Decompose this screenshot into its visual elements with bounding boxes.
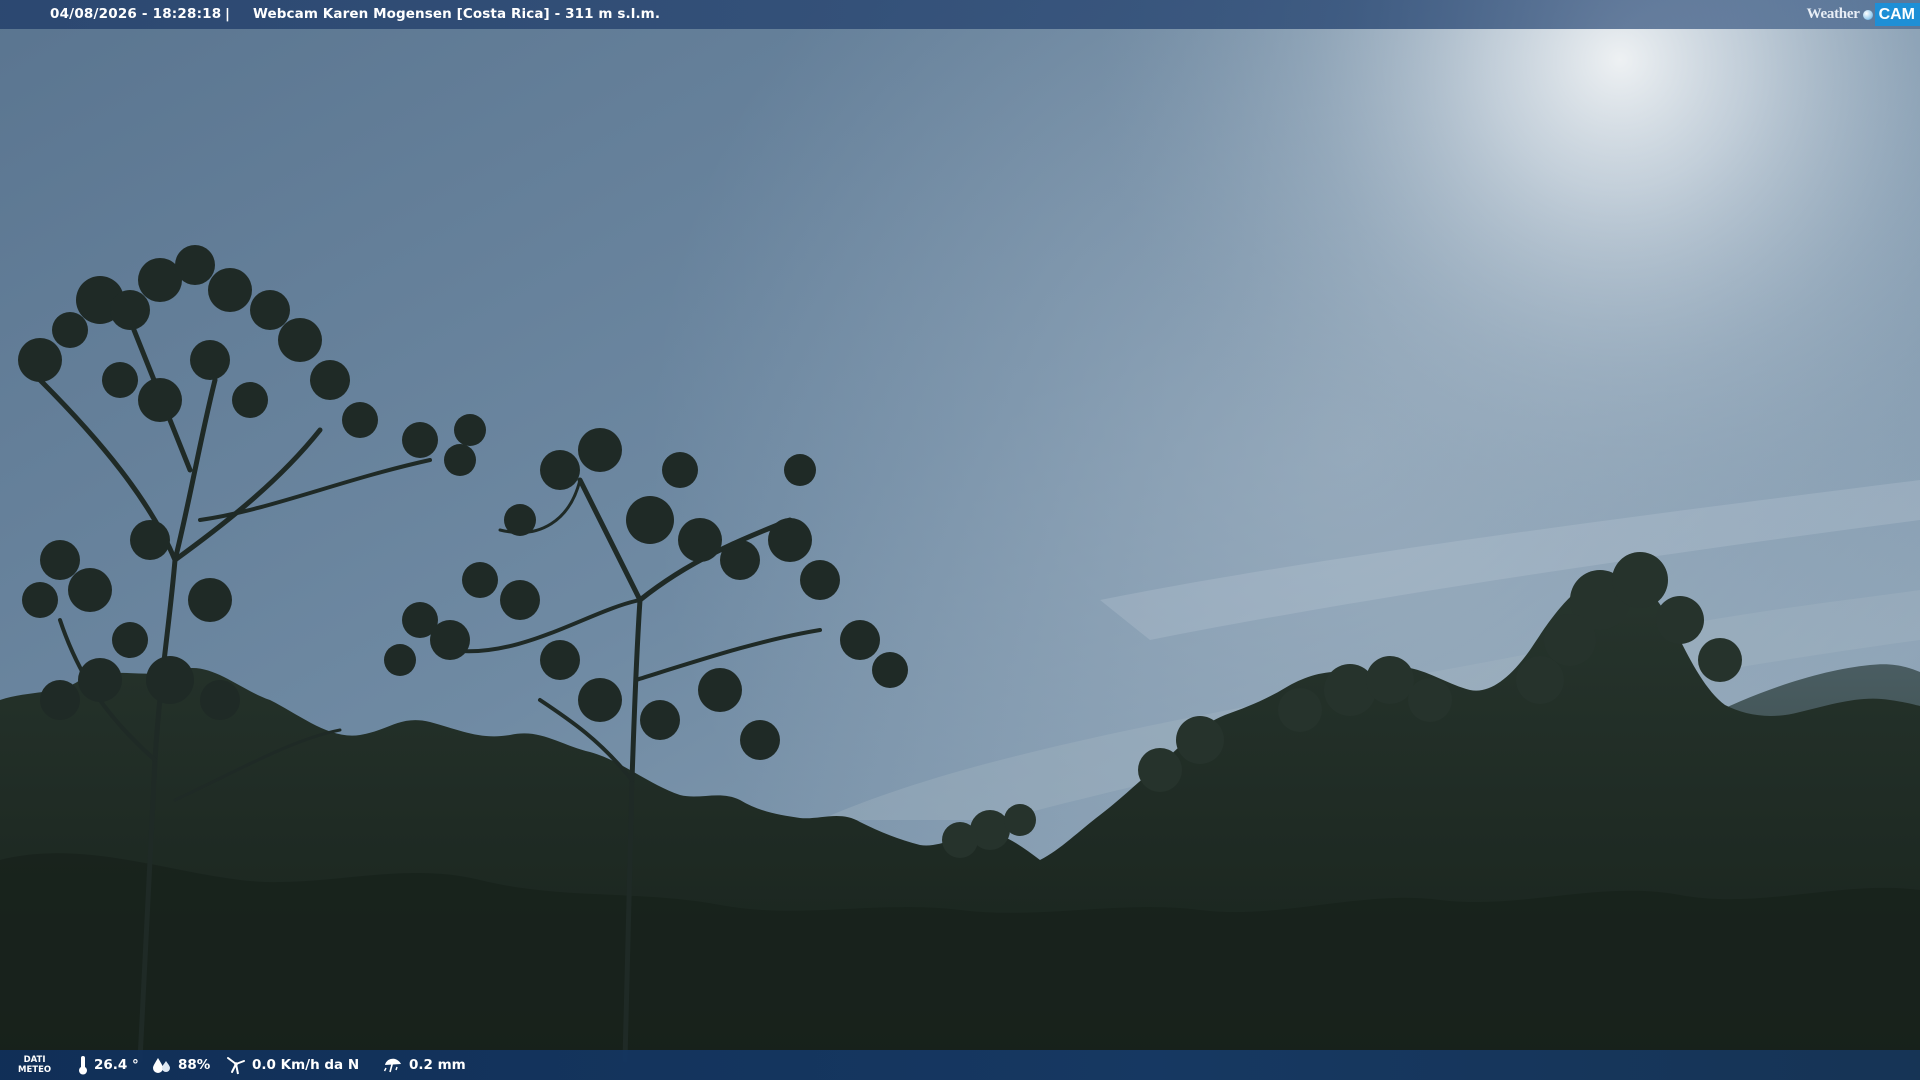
timestamp: 04/08/2026 - 18:28:18 bbox=[50, 6, 222, 22]
webcam-view: 04/08/2026 - 18:28:18 | Webcam Karen Mog… bbox=[0, 0, 1920, 1080]
rain-value: 0.2 mm bbox=[409, 1057, 466, 1073]
wind-reading: 0.0 Km/h da N bbox=[226, 1050, 359, 1080]
logo-weather-text: Weather bbox=[1806, 6, 1860, 22]
humidity-reading: 88% bbox=[152, 1050, 210, 1080]
rain-reading: 0.2 mm bbox=[383, 1050, 466, 1080]
weathercam-logo: Weather CAM bbox=[1807, 0, 1920, 29]
meteo-label: DATI METEO bbox=[18, 1050, 51, 1080]
humidity-value: 88% bbox=[178, 1057, 211, 1073]
wind-value: 0.0 Km/h da N bbox=[252, 1057, 360, 1073]
thermometer-icon bbox=[79, 1056, 87, 1075]
logo-cam-text: CAM bbox=[1874, 3, 1920, 26]
rain-umbrella-icon bbox=[383, 1058, 401, 1073]
separator: | bbox=[225, 6, 230, 22]
webcam-image bbox=[0, 0, 1920, 1080]
meteo-label-line1: DATI bbox=[23, 1055, 46, 1065]
temperature-value: 26.4 ° bbox=[94, 1057, 139, 1073]
webcam-title: Webcam Karen Mogensen [Costa Rica] - 311… bbox=[253, 6, 661, 22]
humidity-drop-icon bbox=[153, 1058, 170, 1073]
temperature-reading: 26.4 ° bbox=[78, 1050, 139, 1080]
wind-turbine-icon bbox=[227, 1057, 245, 1075]
meteo-label-line2: METEO bbox=[18, 1065, 52, 1075]
weather-data-bar: DATI METEO 26.4 ° 88% 0.0 Km/h da N 0.2 … bbox=[0, 1050, 1920, 1080]
logo-sun-icon bbox=[1862, 9, 1873, 20]
top-info-bar: 04/08/2026 - 18:28:18 | Webcam Karen Mog… bbox=[0, 0, 1920, 29]
